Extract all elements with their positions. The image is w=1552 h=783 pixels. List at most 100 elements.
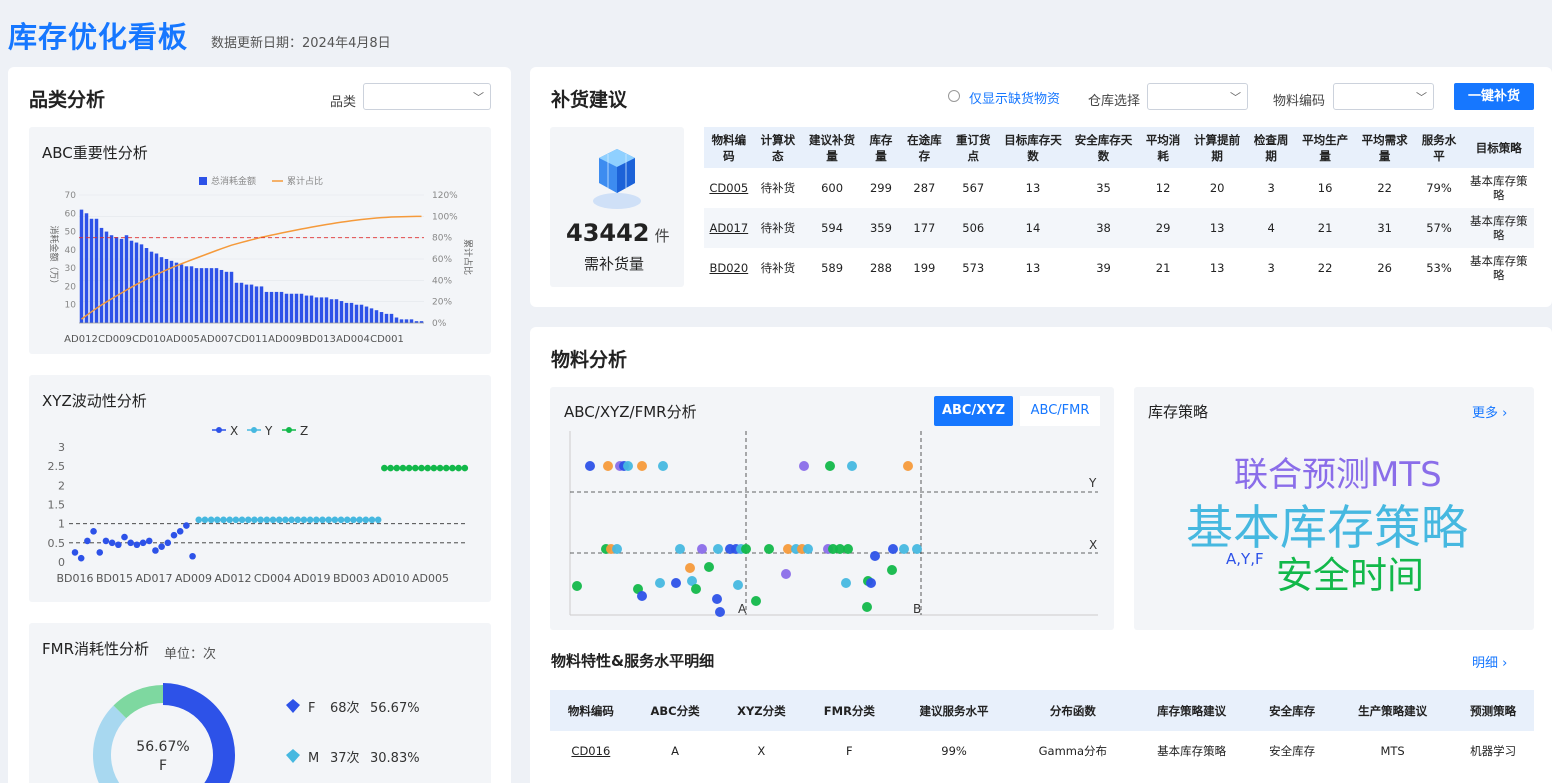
- matrix-point: [870, 551, 880, 561]
- bar: [324, 297, 329, 323]
- table-cell: 21: [1295, 208, 1355, 248]
- table-row[interactable]: BD020 待补货 589 288 199 573 13 39 21 13 3 22 26 53% 基本库存…: [704, 248, 1534, 288]
- bar: [389, 313, 394, 323]
- abc-ylabel: 消耗金额（万）: [48, 225, 60, 288]
- bar: [134, 242, 139, 323]
- legend-label: Z: [300, 424, 308, 438]
- bar: [264, 291, 269, 323]
- bar: [364, 306, 369, 323]
- x-tick-label: AD005: [412, 572, 449, 585]
- matrix-point: [751, 596, 761, 606]
- bar: [219, 269, 224, 323]
- scatter-point: [96, 549, 104, 556]
- column-header: 库存策略建议: [1132, 690, 1252, 731]
- scatter-point: [102, 537, 110, 545]
- fmr-legend-m-name: M: [308, 751, 319, 766]
- scatter-point: [319, 516, 326, 524]
- label-x: X: [1089, 538, 1097, 552]
- matrix-point: [704, 562, 714, 572]
- bar: [159, 257, 164, 323]
- table-row[interactable]: AD017 待补货 594 359 177 506 14 38 29 13 4 21 31 57% 基本库存…: [704, 208, 1534, 248]
- bar: [244, 284, 249, 323]
- y-tick-label: 2.5: [48, 460, 66, 473]
- table-cell: 基本库存策略: [1157, 744, 1227, 758]
- scatter-point: [170, 531, 178, 539]
- status-badge: 待补货: [753, 208, 803, 248]
- y-tick-label: 2: [58, 479, 65, 492]
- bar: [229, 271, 234, 323]
- shortage-radio[interactable]: [948, 90, 960, 102]
- material-code-link[interactable]: CD005: [704, 168, 754, 208]
- scatter-point: [90, 528, 97, 535]
- y2-tick-label: 0%: [432, 319, 447, 329]
- material-code-select[interactable]: ﹀: [1333, 83, 1434, 110]
- strategy-more-link[interactable]: 更多 ›: [1472, 402, 1507, 421]
- table-cell: 13: [1025, 181, 1041, 195]
- scatter-point: [313, 516, 320, 524]
- material-code-link[interactable]: CD016: [550, 731, 632, 771]
- chevron-down-icon: ﹀: [473, 91, 484, 104]
- material-code-label: 物料编码: [1273, 94, 1326, 109]
- x-tick-label: AD009: [268, 334, 302, 345]
- x-tick-label: CD004: [254, 572, 291, 585]
- scatter-point: [356, 516, 363, 524]
- scatter-point: [244, 516, 252, 524]
- bar: [179, 264, 184, 323]
- y-tick-label: 3: [58, 441, 65, 454]
- bar: [279, 291, 284, 323]
- scatter-point: [145, 537, 153, 545]
- bar: [194, 268, 199, 323]
- bar: [349, 302, 354, 323]
- material-code-link[interactable]: BD020: [704, 248, 754, 288]
- bar: [129, 240, 134, 323]
- scatter-point: [195, 516, 203, 524]
- table-cell: 安全库存: [1269, 744, 1316, 758]
- y2-tick-label: 100%: [432, 212, 458, 222]
- table-cell: 594: [802, 208, 862, 248]
- y-tick-label: 1.5: [48, 499, 66, 512]
- table-row[interactable]: CD005 待补货 600 299 287 567 13 35 12 20 3 16 22 79% 基本库存…: [704, 168, 1534, 208]
- table-cell: 35: [1096, 181, 1111, 195]
- x-tick-label: BD016: [56, 572, 93, 585]
- bar: [329, 299, 334, 323]
- detail-table-header: 物料编码 ABC分类 XYZ分类 FMR分类 建议服务水平 分布函数 库存策略建议 安全库存生…: [550, 690, 1534, 731]
- x-tick-label: AD010: [373, 572, 410, 585]
- table-cell: 13: [1025, 261, 1041, 275]
- x-tick-label: AD005: [166, 334, 200, 345]
- bar: [394, 317, 399, 323]
- scatter-point: [108, 539, 116, 547]
- scatter-point: [455, 464, 462, 472]
- scatter-point: [139, 539, 147, 547]
- shortage-radio-label[interactable]: 仅显示缺货物资: [969, 88, 1060, 107]
- scatter-point: [207, 516, 215, 524]
- scatter-point: [412, 464, 419, 472]
- matrix-point: [847, 461, 857, 471]
- bar: [144, 248, 149, 323]
- bar: [89, 218, 94, 323]
- table-cell: 177: [899, 208, 949, 248]
- matrix-point: [658, 461, 668, 471]
- category-select[interactable]: ﹀: [363, 83, 491, 110]
- material-code-link[interactable]: AD017: [704, 208, 754, 248]
- legend-label: X: [230, 424, 238, 438]
- detail-table: 物料编码 ABC分类 XYZ分类 FMR分类 建议服务水平 分布函数 库存策略建议 安全库存生…: [550, 690, 1534, 771]
- x-tick-label: AD017: [136, 572, 173, 585]
- scatter-point: [399, 464, 407, 472]
- table-cell: 199: [913, 261, 936, 275]
- column-header: 平均需求量: [1354, 127, 1415, 168]
- column-header: 检查周期: [1246, 127, 1296, 168]
- scatter-point: [189, 552, 196, 560]
- warehouse-select[interactable]: ﹀: [1147, 83, 1248, 110]
- donut-slice: [93, 705, 127, 783]
- scatter-point: [84, 537, 91, 545]
- scatter-point: [405, 464, 413, 472]
- bar: [334, 299, 339, 323]
- table-cell: 299: [869, 181, 892, 195]
- one-click-replenish-button[interactable]: 一键补货: [1454, 83, 1534, 110]
- bar: [274, 291, 279, 323]
- table-row[interactable]: CD016 A X F 99% Gamma分布 基本库存策略 安全库存 MTS 机器学习: [550, 731, 1534, 771]
- detail-more-link[interactable]: 明细 ›: [1472, 652, 1507, 671]
- bar: [174, 262, 179, 323]
- column-header: 重订货点: [948, 127, 998, 168]
- y-tick-label: 50: [65, 228, 77, 238]
